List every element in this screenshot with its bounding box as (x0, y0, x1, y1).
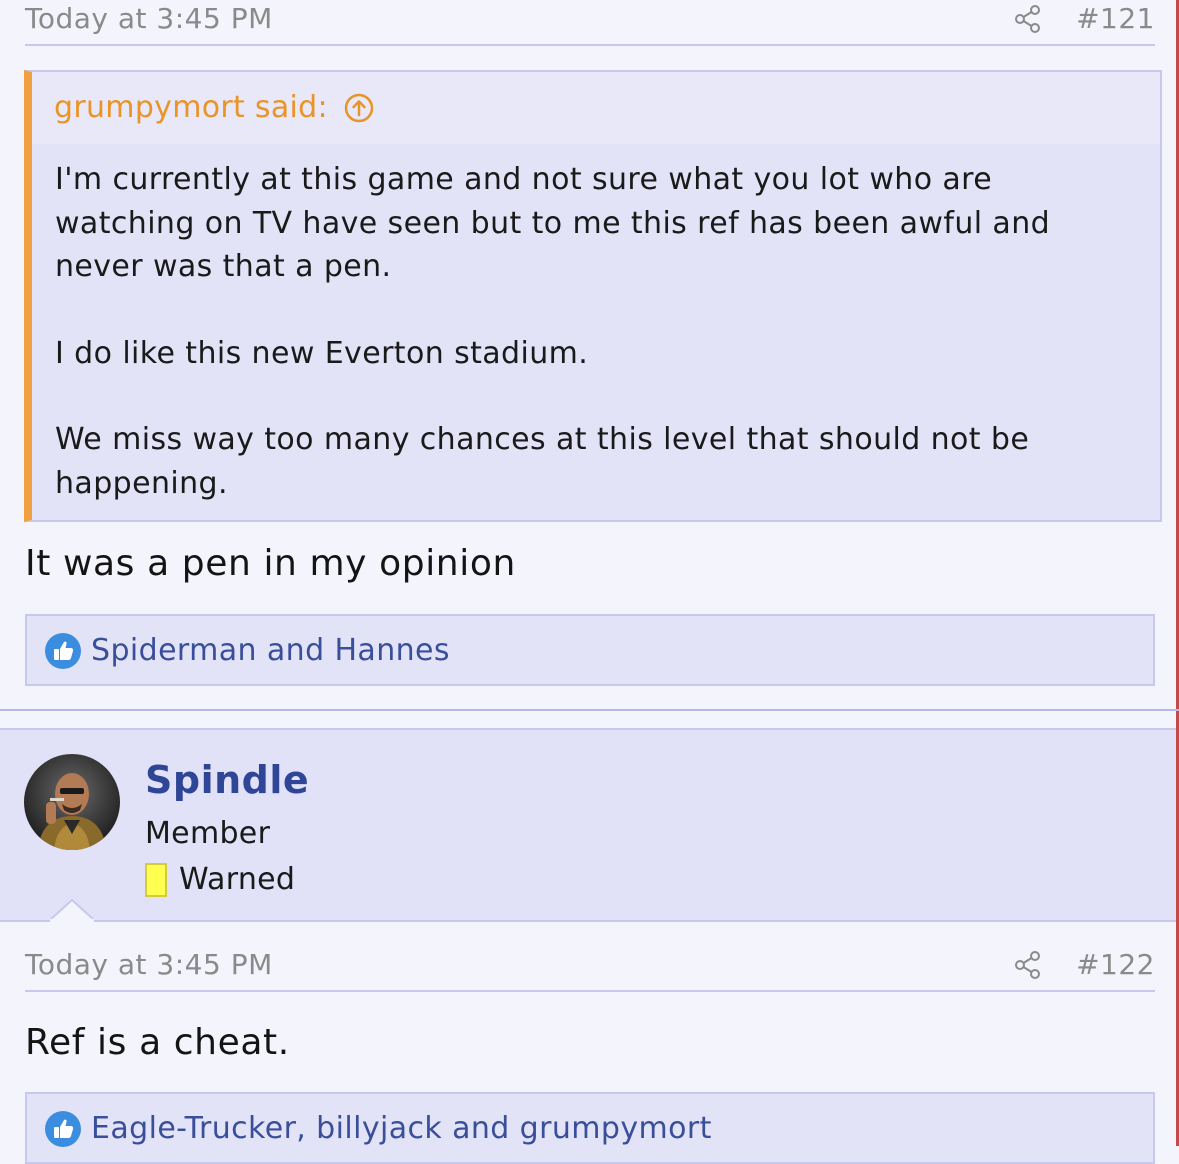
username-link[interactable]: Spindle (145, 758, 309, 802)
reactions-bar[interactable]: Eagle-Trucker, billyjack and grumpymort (25, 1092, 1155, 1164)
thumbs-up-icon (45, 1111, 81, 1147)
post-timestamp[interactable]: Today at 3:45 PM (25, 948, 273, 981)
thumbs-up-icon (45, 633, 81, 669)
post-meta-row: Today at 3:45 PM #122 (25, 946, 1155, 992)
post-121: Today at 3:45 PM #121 grumpymort said: I… (0, 0, 1176, 710)
user-block-pointer (50, 898, 94, 922)
post-body: Ref is a cheat. (25, 1022, 290, 1063)
quote-author[interactable]: grumpymort said: (54, 90, 374, 125)
reaction-users-link[interactable]: Eagle-Trucker, billyjack and grumpymort (91, 1111, 712, 1146)
post-body: It was a pen in my opinion (25, 543, 516, 584)
post-number-link[interactable]: #122 (1076, 948, 1155, 981)
user-info-block: Spindle Member Warned (0, 728, 1176, 922)
quote-body: I'm currently at this game and not sure … (32, 144, 1160, 505)
avatar[interactable] (24, 754, 120, 850)
warning-badge-label: Warned (179, 862, 296, 897)
post-timestamp[interactable]: Today at 3:45 PM (25, 2, 273, 35)
quote-paragraph: I do like this new Everton stadium. (55, 335, 589, 371)
quote-author-label: grumpymort said: (54, 90, 328, 125)
quote-paragraph: We miss way too many chances at this lev… (55, 422, 1030, 501)
warning-card-icon (145, 862, 167, 897)
post-meta-row: Today at 3:45 PM #121 (25, 0, 1155, 46)
post-122: Today at 3:45 PM #122 Ref is a cheat. Ea… (0, 946, 1176, 1164)
warning-badge-row: Warned (145, 862, 295, 897)
post-divider (0, 709, 1179, 711)
user-title: Member (145, 816, 271, 851)
quote-paragraph: I'm currently at this game and not sure … (55, 162, 1051, 284)
reactions-bar[interactable]: Spiderman and Hannes (25, 614, 1155, 686)
reaction-users-link[interactable]: Spiderman and Hannes (91, 633, 450, 668)
quote-header: grumpymort said: (32, 72, 1160, 144)
quote-block: grumpymort said: I'm currently at this g… (24, 70, 1162, 522)
post-number-link[interactable]: #121 (1076, 2, 1155, 35)
share-icon[interactable] (1013, 950, 1043, 980)
share-icon[interactable] (1013, 4, 1043, 34)
arrow-up-circle-icon[interactable] (344, 93, 374, 123)
